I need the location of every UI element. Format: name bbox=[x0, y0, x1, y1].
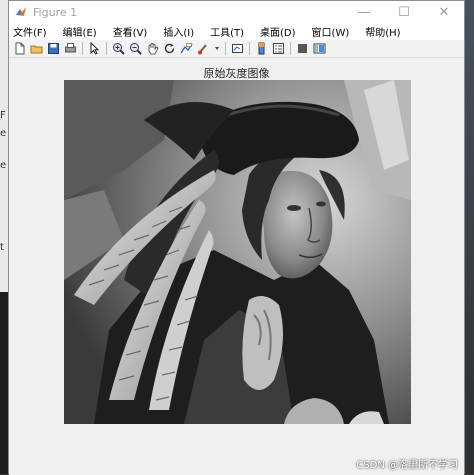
close-icon: ✕ bbox=[438, 4, 450, 20]
legend-icon bbox=[273, 43, 284, 54]
background-text-fragment: e bbox=[0, 160, 7, 171]
watermark: CSDN @洛里斯不学习 bbox=[356, 460, 458, 471]
open-file-button[interactable] bbox=[30, 42, 43, 55]
title-bar[interactable]: Figure 1 — ☐ ✕ bbox=[9, 1, 464, 23]
menu-help[interactable]: 帮助(H) bbox=[357, 24, 408, 39]
print-icon bbox=[65, 43, 76, 53]
toolbar-separator bbox=[106, 42, 107, 55]
pan-hand-icon bbox=[148, 43, 159, 55]
menu-edit[interactable]: 编辑(E) bbox=[55, 24, 105, 39]
save-icon bbox=[48, 43, 59, 54]
plot-area: 原始灰度图像 bbox=[9, 59, 464, 475]
new-figure-icon bbox=[15, 42, 25, 55]
zoom-in-button[interactable] bbox=[112, 42, 125, 55]
toolbar-separator bbox=[249, 42, 250, 55]
matlab-figure-icon bbox=[16, 7, 26, 16]
background-dark-region bbox=[0, 292, 8, 474]
grayscale-image[interactable] bbox=[64, 80, 411, 424]
zoom-in-icon bbox=[113, 43, 125, 55]
axes-title: 原始灰度图像 bbox=[203, 67, 270, 80]
data-cursor-icon bbox=[180, 43, 193, 54]
colorbar-icon bbox=[258, 42, 265, 55]
print-button[interactable] bbox=[64, 42, 77, 55]
menu-tools[interactable]: 工具(T) bbox=[202, 24, 252, 39]
save-button[interactable] bbox=[47, 42, 60, 55]
menu-insert[interactable]: 插入(I) bbox=[155, 24, 202, 39]
zoom-out-icon bbox=[130, 43, 142, 55]
menu-bar: 文件(F) 编辑(E) 查看(V) 插入(I) 工具(T) 桌面(D) 窗口(W… bbox=[9, 23, 464, 40]
insert-colorbar-button[interactable] bbox=[255, 42, 268, 55]
new-figure-button[interactable] bbox=[13, 42, 26, 55]
background-app-right-dark bbox=[465, 0, 474, 474]
pan-button[interactable] bbox=[146, 42, 159, 55]
background-text-fragment: e bbox=[0, 128, 7, 139]
zoom-out-button[interactable] bbox=[129, 42, 142, 55]
window-title: Figure 1 bbox=[33, 5, 78, 19]
hide-plot-tools-button[interactable] bbox=[296, 42, 309, 55]
menu-view[interactable]: 查看(V) bbox=[105, 24, 156, 39]
edit-plot-arrow-icon bbox=[90, 42, 100, 55]
rotate-3d-button[interactable] bbox=[163, 42, 176, 55]
maximize-button[interactable]: ☐ bbox=[384, 1, 424, 23]
background-text-fragment: t bbox=[0, 242, 4, 253]
brush-icon bbox=[198, 44, 207, 55]
data-cursor-button[interactable] bbox=[180, 42, 193, 55]
toolbar-separator bbox=[225, 42, 226, 55]
minimize-icon: — bbox=[357, 4, 371, 20]
close-button[interactable]: ✕ bbox=[424, 1, 464, 23]
background-text-fragment: F bbox=[0, 110, 6, 121]
brush-dropdown[interactable] bbox=[214, 42, 220, 55]
minimize-button[interactable]: — bbox=[344, 1, 384, 23]
open-file-icon bbox=[30, 45, 43, 54]
show-plot-tools-icon bbox=[313, 43, 326, 54]
figure-toolbar bbox=[9, 40, 464, 58]
toolbar-separator bbox=[82, 42, 83, 55]
menu-desktop[interactable]: 桌面(D) bbox=[252, 24, 304, 39]
link-plot-icon bbox=[232, 44, 243, 53]
hide-plot-tools-icon bbox=[298, 44, 307, 53]
edit-plot-button[interactable] bbox=[88, 42, 101, 55]
menu-file[interactable]: 文件(F) bbox=[9, 24, 55, 39]
insert-legend-button[interactable] bbox=[272, 42, 285, 55]
chevron-down-icon bbox=[215, 47, 219, 50]
figure-window: Figure 1 — ☐ ✕ 文件(F) 编辑(E) 查看(V) 插入(I) 工… bbox=[8, 0, 465, 475]
show-plot-tools-button[interactable] bbox=[313, 42, 326, 55]
toolbar-separator bbox=[290, 42, 291, 55]
menu-window[interactable]: 窗口(W) bbox=[304, 24, 358, 39]
brush-button[interactable] bbox=[197, 42, 210, 55]
rotate-3d-icon bbox=[164, 43, 175, 54]
link-plot-button[interactable] bbox=[231, 42, 244, 55]
maximize-icon: ☐ bbox=[398, 4, 410, 20]
grayscale-image-content bbox=[64, 80, 411, 424]
